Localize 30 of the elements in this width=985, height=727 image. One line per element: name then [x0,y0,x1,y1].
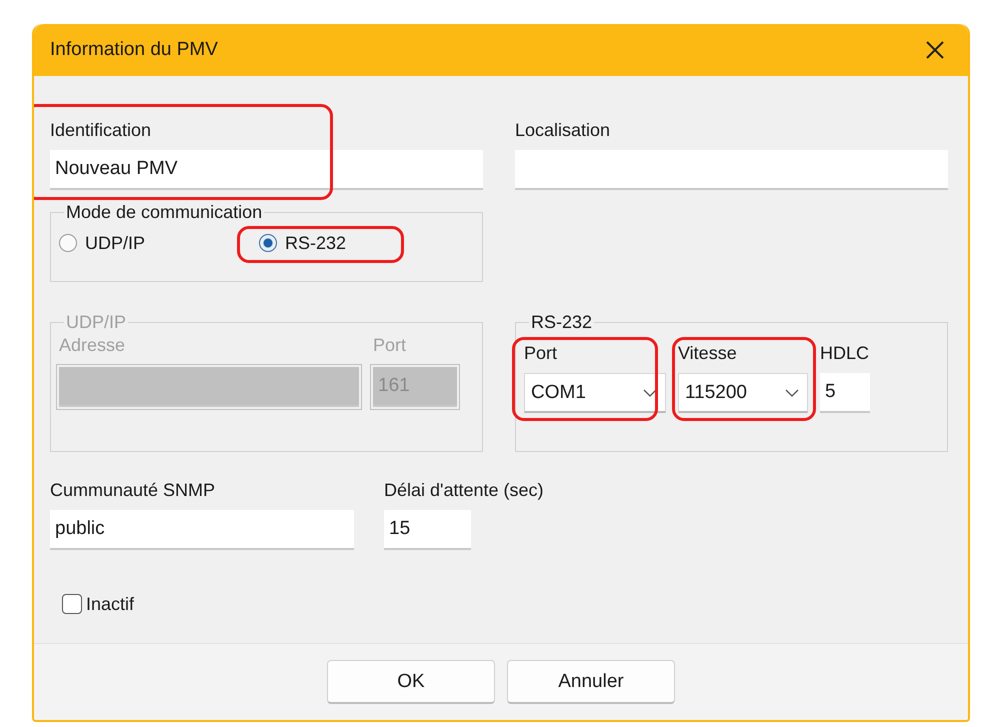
speed-dropdown[interactable]: 115200 [678,373,808,413]
chevron-down-icon [643,388,657,396]
chevron-down-icon [785,388,799,396]
field-label: HDLC [820,342,870,365]
field-label: Cummunauté SNMP [50,479,216,502]
field-label: Identification [50,119,152,142]
field-label: Localisation [515,119,612,142]
ok-button[interactable]: OK [327,660,495,704]
radio-label: UDP/IP [85,232,146,255]
localisation-field[interactable] [515,150,948,190]
hdlc-field[interactable]: 5 [820,373,870,413]
checkbox[interactable] [62,594,82,614]
field-label: Délai d'attente (sec) [384,479,544,502]
radio-button[interactable] [59,234,77,252]
group-title: UDP/IP [65,312,128,333]
timeout-field[interactable]: 15 [384,510,471,550]
checkbox-label: Inactif [86,593,134,616]
radio-label: RS-232 [285,232,346,255]
window-title: Information du PMV [50,39,218,61]
field-label: Port [524,342,558,365]
cancel-button[interactable]: Annuler [507,660,675,704]
group-title: RS-232 [530,312,594,333]
field-label: Adresse [59,334,126,357]
snmp-field[interactable]: public [50,510,354,550]
identification-field[interactable]: Nouveau PMV [50,150,483,190]
port-dropdown[interactable]: COM1 [524,373,666,413]
radio-button[interactable] [259,234,277,252]
field-label: Vitesse [678,342,738,365]
field-label: Port [373,334,408,357]
group-title: Mode de communication [65,202,264,223]
